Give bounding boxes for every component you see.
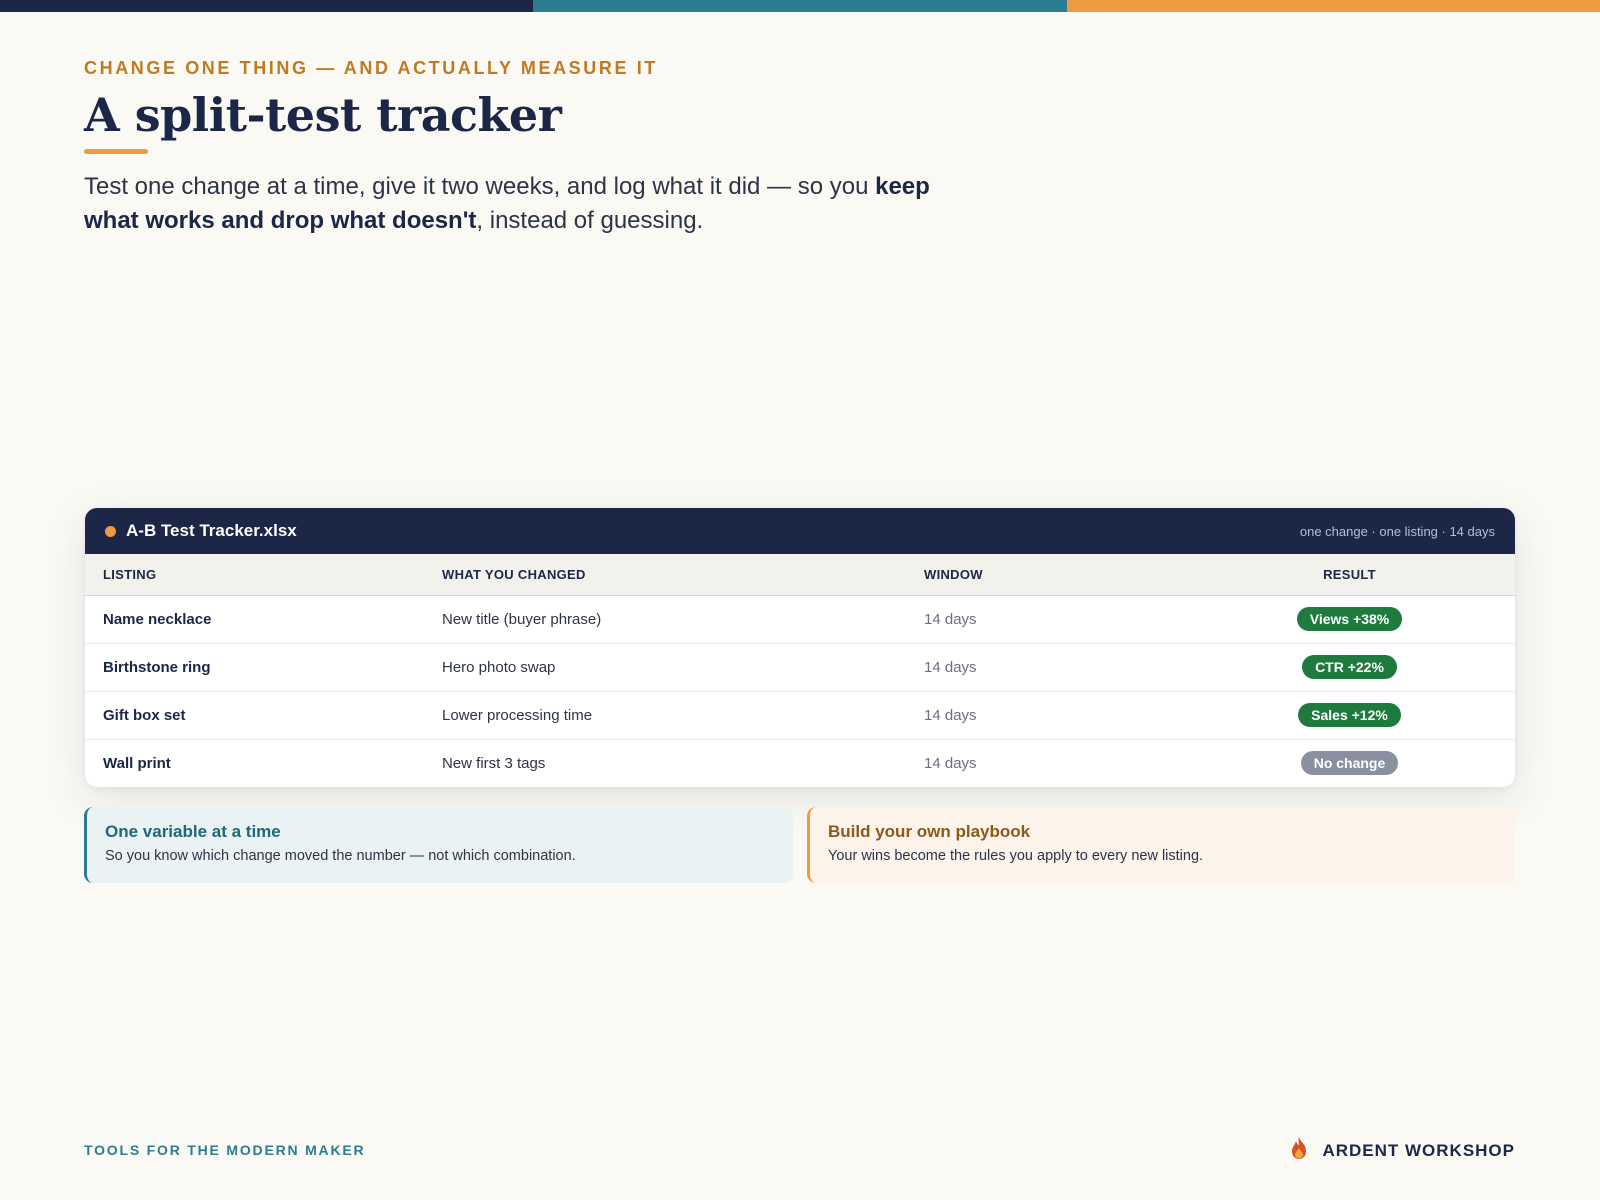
result-cell: No change [1224, 739, 1515, 787]
column-header-result: RESULT [1323, 566, 1376, 582]
listing-cell: Name necklace [103, 610, 212, 628]
title-underline [84, 149, 148, 154]
note-body: Your wins become the rules you apply to … [828, 848, 1204, 864]
change-cell: New first 3 tags [442, 754, 546, 772]
result-badge: No change [1300, 751, 1399, 776]
tracker-card-header: A-B Test Tracker.xlsx one change · one l… [85, 508, 1515, 554]
top-bar-orange-segment [1066, 0, 1600, 12]
table-row: Gift box set Lower processing time 14 da… [85, 691, 1515, 739]
result-cell: Sales +12% [1224, 691, 1515, 739]
table-row: Wall print New first 3 tags 14 days No c… [85, 739, 1515, 787]
table-row: Name necklace New title (buyer phrase) 1… [85, 595, 1515, 643]
status-dot-icon [105, 525, 116, 537]
tracker-card: A-B Test Tracker.xlsx one change · one l… [85, 508, 1515, 787]
file-name: A-B Test Tracker.xlsx [126, 521, 297, 540]
result-cell: CTR +22% [1224, 643, 1515, 691]
column-header-window: WINDOW [924, 566, 983, 582]
window-cell: 14 days [924, 610, 977, 628]
result-badge: Views +38% [1296, 607, 1403, 631]
listing-cell: Wall print [103, 754, 171, 772]
note-playbook: Build your own playbook Your wins become… [807, 807, 1515, 883]
note-one-variable: One variable at a time So you know which… [84, 807, 793, 883]
table-header-row: LISTING WHAT YOU CHANGED WINDOW RESULT [85, 554, 1515, 595]
column-header-change: WHAT YOU CHANGED [442, 566, 586, 582]
top-bar-teal-segment [533, 0, 1067, 12]
brand-name: ARDENT WORKSHOP [1322, 1140, 1515, 1160]
tracker-table: LISTING WHAT YOU CHANGED WINDOW RESULT N… [85, 554, 1515, 787]
top-color-bar [0, 0, 1600, 12]
lede-end: , instead of guessing. [476, 207, 704, 234]
tracker-meta: one change · one listing · 14 days [1299, 523, 1495, 539]
listing-cell: Birthstone ring [103, 658, 211, 676]
window-cell: 14 days [924, 658, 977, 676]
window-cell: 14 days [924, 706, 977, 724]
result-badge: CTR +22% [1302, 655, 1397, 679]
change-cell: New title (buyer phrase) [442, 610, 602, 628]
brand-lockup: ARDENT WORKSHOP [1288, 1136, 1515, 1165]
page-title: A split-test tracker [84, 88, 562, 142]
top-bar-navy-segment [0, 0, 534, 12]
column-header-listing: LISTING [103, 566, 157, 582]
note-title: Build your own playbook [828, 822, 1031, 841]
result-badge: Sales +12% [1298, 703, 1401, 727]
tracker-file-title: A-B Test Tracker.xlsx [105, 521, 297, 541]
lede-start: Test one change at a time, give it two w… [84, 173, 876, 200]
footer-tagline: TOOLS FOR THE MODERN MAKER [84, 1142, 366, 1158]
eyebrow-text: CHANGE ONE THING — AND ACTUALLY MEASURE … [84, 58, 658, 78]
result-cell: Views +38% [1224, 595, 1515, 643]
change-cell: Hero photo swap [442, 658, 556, 676]
note-title: One variable at a time [105, 822, 281, 841]
window-cell: 14 days [924, 754, 977, 772]
note-body: So you know which change moved the numbe… [105, 848, 576, 864]
flame-icon [1288, 1136, 1310, 1165]
change-cell: Lower processing time [442, 706, 593, 724]
listing-cell: Gift box set [103, 706, 186, 724]
table-row: Birthstone ring Hero photo swap 14 days … [85, 643, 1515, 691]
lede-paragraph: Test one change at a time, give it two w… [84, 170, 984, 238]
